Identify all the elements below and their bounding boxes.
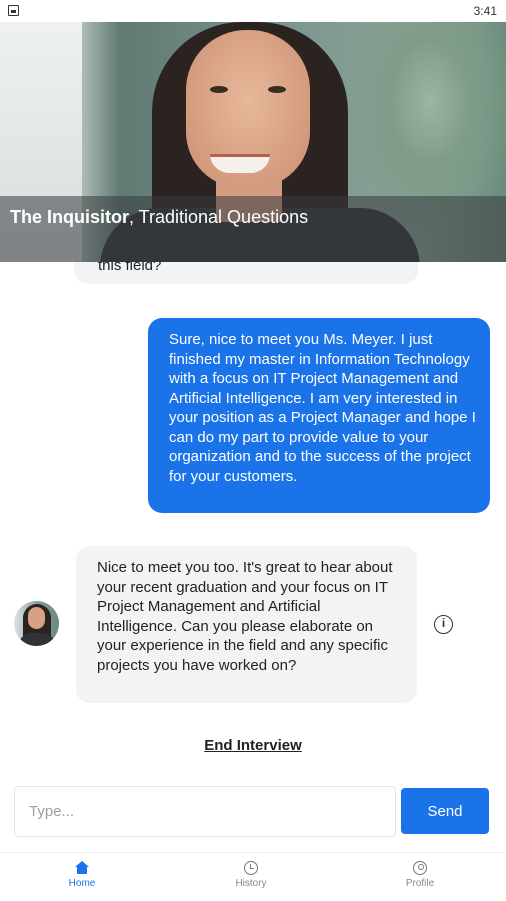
avatar-face [28, 607, 45, 629]
interviewer-message: Nice to meet you too. It's great to hear… [76, 546, 417, 703]
nav-label: History [235, 878, 267, 889]
interviewer-avatar [14, 601, 59, 646]
end-interview-link[interactable]: End Interview [0, 737, 506, 754]
bottom-navigation: Home History Profile [0, 852, 506, 901]
clock-icon [244, 861, 258, 875]
nav-item-profile[interactable]: Profile [360, 861, 480, 889]
message-text: Sure, nice to meet you Ms. Meyer. I just… [169, 331, 476, 485]
user-message: Sure, nice to meet you Ms. Meyer. I just… [148, 318, 490, 513]
nav-item-home[interactable]: Home [22, 861, 142, 889]
hero-smile [210, 154, 270, 173]
status-bar: 3:41 [0, 0, 506, 22]
nav-label: Home [68, 878, 96, 889]
message-text: Nice to meet you too. It's great to hear… [97, 559, 393, 674]
home-icon [75, 861, 89, 875]
hero-caption-overlay [0, 196, 506, 262]
person-icon [413, 861, 427, 875]
persona-style: , Traditional Questions [129, 207, 309, 227]
interviewer-hero-image: The Inquisitor, Traditional Questions [0, 22, 506, 262]
status-time: 3:41 [473, 4, 497, 18]
info-icon[interactable]: i [434, 615, 453, 634]
message-input[interactable] [14, 786, 396, 837]
nav-item-history[interactable]: History [191, 861, 311, 889]
nav-label: Profile [405, 878, 435, 889]
avatar-body [18, 633, 56, 646]
persona-name: The Inquisitor [10, 207, 129, 227]
send-button[interactable]: Send [401, 788, 489, 834]
notification-icon [8, 5, 19, 16]
persona-title: The Inquisitor, Traditional Questions [10, 207, 308, 228]
hero-eye-right [268, 86, 286, 93]
hero-eye-left [210, 86, 228, 93]
